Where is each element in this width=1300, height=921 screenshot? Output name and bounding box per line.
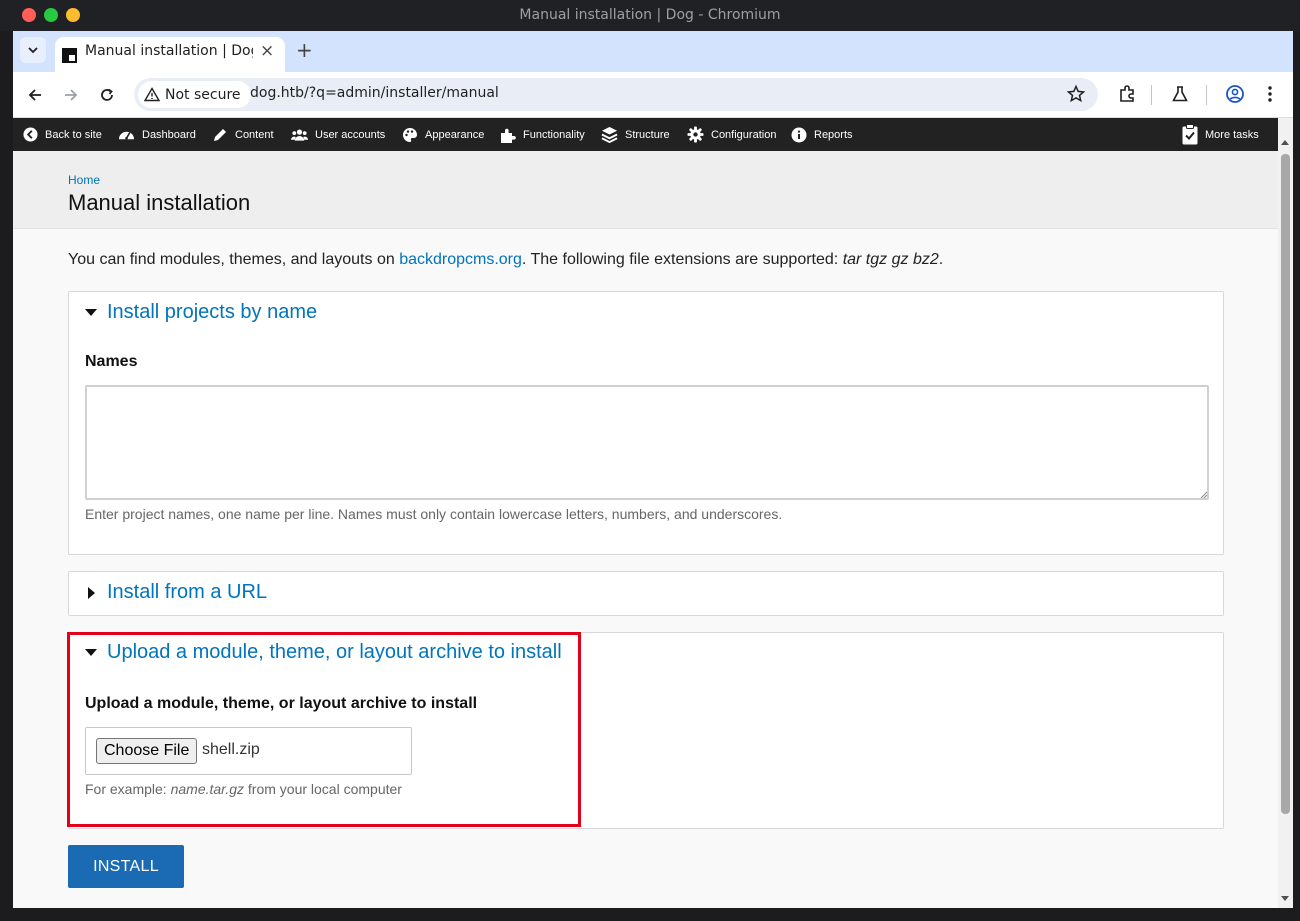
extensions-puzzle-icon[interactable]: [1117, 84, 1137, 108]
admin-item-label: Structure: [625, 128, 670, 141]
admin-dashboard[interactable]: Dashboard: [118, 118, 196, 151]
admin-item-label: Back to site: [45, 128, 102, 141]
chevron-down-icon: [28, 47, 38, 54]
browser-toolbar: Not secure dog.htb/?q=admin/installer/ma…: [13, 72, 1293, 118]
page-content: Home Manual installation You can find mo…: [13, 151, 1278, 908]
admin-appearance[interactable]: Appearance: [402, 118, 484, 151]
pencil-icon: [214, 128, 226, 141]
fieldset-install-from-url: Install from a URL: [68, 571, 1224, 616]
admin-reports[interactable]: Reports: [791, 118, 853, 151]
intro-prefix: You can find modules, themes, and layout…: [68, 251, 400, 268]
warning-triangle-icon: [144, 87, 160, 102]
page-title: Manual installation: [68, 190, 251, 215]
install-button[interactable]: INSTALL: [68, 845, 184, 888]
security-label: Not secure: [165, 86, 241, 103]
arrow-left-circle-icon: [23, 127, 38, 142]
supported-extensions: tar tgz gz bz2: [842, 251, 939, 268]
reload-icon: [101, 88, 113, 101]
admin-functionality[interactable]: Functionality: [500, 118, 585, 151]
url-text[interactable]: dog.htb/?q=admin/installer/manual: [250, 85, 499, 101]
admin-more-tasks[interactable]: More tasks: [1182, 118, 1259, 151]
admin-content[interactable]: Content: [212, 118, 274, 151]
arrow-right-icon: [65, 89, 78, 101]
admin-more-tasks-label: More tasks: [1205, 128, 1259, 141]
names-description: Enter project names, one name per line. …: [85, 506, 783, 522]
breadcrumb-home[interactable]: Home: [68, 173, 100, 187]
admin-item-label: Configuration: [711, 128, 777, 141]
expanded-triangle-icon: [85, 309, 97, 316]
scroll-down-arrow-icon[interactable]: [1281, 896, 1289, 901]
dashboard-gauge-icon: [119, 131, 134, 140]
forward-button[interactable]: [59, 83, 83, 107]
new-tab-button[interactable]: +: [296, 38, 313, 62]
tab-close-button[interactable]: ×: [260, 41, 274, 61]
tab-title: Manual installation | Dog: [85, 43, 253, 59]
admin-toolbar: Back to site Dashboard Content User acco…: [13, 118, 1278, 151]
users-icon: [291, 129, 308, 141]
clipboard-check-icon: [1182, 124, 1198, 145]
back-button[interactable]: [23, 83, 47, 107]
admin-user-accounts[interactable]: User accounts: [291, 118, 385, 151]
backdropcms-link[interactable]: backdropcms.org: [399, 251, 522, 268]
scrollbar-thumb[interactable]: [1281, 154, 1290, 814]
gear-icon: [687, 126, 704, 143]
page-scrollbar[interactable]: [1278, 118, 1293, 908]
names-label: Names: [85, 353, 138, 370]
window-title: Manual installation | Dog - Chromium: [519, 7, 781, 23]
tab-search-button[interactable]: [20, 37, 46, 63]
admin-item-label: User accounts: [315, 128, 386, 141]
intro-suffix: .: [938, 251, 944, 268]
info-icon: [791, 127, 807, 142]
reload-button[interactable]: [95, 83, 119, 107]
legend-label: Install projects by name: [107, 301, 318, 323]
layers-icon: [601, 126, 618, 143]
admin-item-label: Reports: [814, 128, 853, 141]
red-highlight-box: [67, 632, 581, 827]
window-titlebar: Manual installation | Dog - Chromium: [0, 0, 1300, 31]
site-security-chip[interactable]: Not secure: [138, 81, 251, 108]
collapsed-triangle-icon: [88, 586, 95, 599]
arrow-left-icon: [28, 89, 41, 101]
toolbar-separator: [1206, 85, 1207, 105]
puzzle-icon: [501, 128, 516, 143]
profile-avatar-icon[interactable]: [1225, 84, 1245, 108]
menu-kebab-icon[interactable]: [1263, 84, 1277, 108]
intro-middle: . The following file extensions are supp…: [521, 251, 843, 268]
names-textarea[interactable]: [85, 385, 1209, 500]
labs-flask-icon[interactable]: [1170, 84, 1190, 108]
legend-label: Install from a URL: [107, 581, 268, 603]
admin-configuration[interactable]: Configuration: [687, 118, 776, 151]
bookmark-star-icon[interactable]: [1066, 84, 1086, 108]
intro-text: You can find modules, themes, and layout…: [68, 251, 943, 269]
admin-item-label: Content: [235, 128, 274, 141]
tab-manual-installation[interactable]: Manual installation | Dog ×: [55, 37, 285, 72]
palette-icon: [403, 127, 417, 142]
toolbar-separator: [1151, 85, 1152, 105]
address-bar[interactable]: Not secure dog.htb/?q=admin/installer/ma…: [134, 78, 1098, 111]
admin-structure[interactable]: Structure: [601, 118, 670, 151]
scroll-up-arrow-icon[interactable]: [1281, 140, 1289, 145]
resize-grip-icon[interactable]: [1200, 491, 1208, 499]
fieldset-install-by-name: Install projects by name Names Enter pro…: [68, 291, 1224, 555]
admin-item-label: Dashboard: [142, 128, 196, 141]
legend-install-from-url[interactable]: Install from a URL: [85, 581, 267, 604]
legend-install-by-name[interactable]: Install projects by name: [85, 301, 317, 324]
admin-item-label: Functionality: [523, 128, 585, 141]
admin-item-label: Appearance: [425, 128, 485, 141]
site-favicon-icon: [62, 48, 77, 63]
admin-back-to-site[interactable]: Back to site: [23, 118, 102, 151]
page-header: Home Manual installation: [13, 151, 1278, 229]
tab-strip: Manual installation | Dog × +: [13, 31, 1293, 72]
